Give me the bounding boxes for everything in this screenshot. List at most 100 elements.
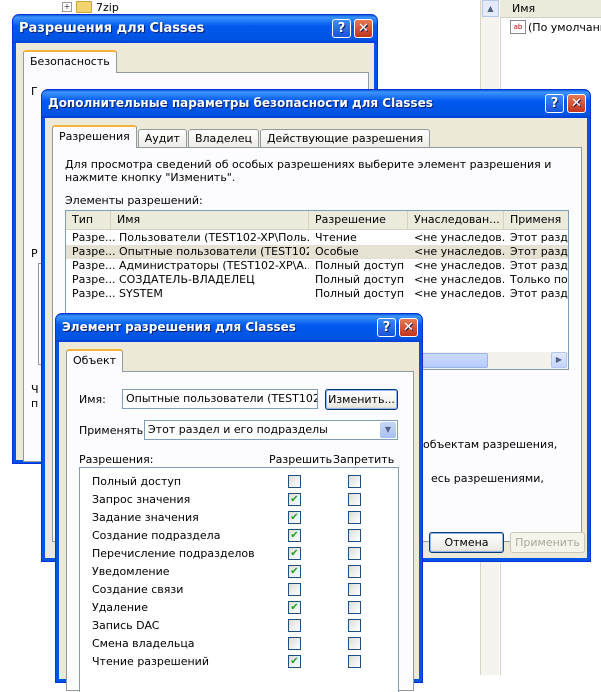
entries-label: Элементы разрешений: — [65, 194, 203, 207]
help-button[interactable]: ? — [545, 94, 564, 113]
deny-checkbox[interactable] — [348, 565, 361, 578]
allow-checkbox[interactable]: ✔ — [288, 493, 301, 506]
deny-checkbox[interactable] — [348, 511, 361, 524]
close-button[interactable]: ✕ — [399, 318, 418, 337]
cell-applies: Этот разд — [510, 287, 568, 300]
column-applies-to[interactable]: Применя — [504, 211, 568, 229]
permission-row: Задание значения ✔ — [80, 510, 398, 526]
allow-checkbox[interactable] — [288, 583, 301, 596]
cell-name: Опытные пользователи (TEST102... — [119, 245, 309, 258]
deny-checkbox[interactable] — [348, 475, 361, 488]
list-row[interactable]: Разре... Администраторы (TEST102-XP\А...… — [66, 259, 568, 273]
permission-row: Запись DAC — [80, 618, 398, 634]
deny-header: Запретить — [333, 453, 395, 466]
tab-owner[interactable]: Владелец — [187, 129, 259, 148]
values-column-header[interactable]: Имя — [500, 0, 601, 18]
list-row[interactable]: Разре... Пользователи (TEST102-XP\Поль..… — [66, 231, 568, 245]
cell-type: Разре... — [72, 287, 115, 300]
text-fragment-1: Ч — [31, 383, 39, 396]
tree-node-7zip[interactable]: + 7zip — [62, 0, 119, 14]
permission-row: Уведомление ✔ — [80, 564, 398, 580]
permission-row: Удаление ✔ — [80, 600, 398, 616]
deny-checkbox[interactable] — [348, 601, 361, 614]
cell-applies: Только по — [510, 273, 568, 286]
cell-inherited: <не унаследов... — [414, 273, 506, 286]
cell-permission: Чтение — [315, 231, 357, 244]
value-row-default[interactable]: ab (По умолчанию — [510, 20, 601, 34]
permissions-header: Разрешения: — [79, 453, 154, 466]
allow-checkbox[interactable]: ✔ — [288, 565, 301, 578]
cell-name: СОЗДАТЕЛЬ-ВЛАДЕЛЕЦ — [119, 273, 255, 286]
deny-checkbox[interactable] — [348, 529, 361, 542]
allow-checkbox[interactable] — [288, 475, 301, 488]
expand-icon[interactable]: + — [62, 2, 72, 12]
allow-checkbox[interactable] — [288, 619, 301, 632]
cell-name: Администраторы (TEST102-XP\А... — [119, 259, 309, 272]
permission-name: Перечисление подразделов — [92, 547, 255, 560]
list-row-selected[interactable]: Разре... Опытные пользователи (TEST102..… — [66, 245, 568, 259]
list-row[interactable]: Разре... SYSTEM Полный доступ <не унасле… — [66, 287, 568, 301]
allow-checkbox[interactable]: ✔ — [288, 601, 301, 614]
object-tab-page: Имя: Опытные пользователи (TEST102-X Изм… — [66, 371, 414, 692]
apply-onto-select[interactable]: Этот раздел и его подразделы ▼ — [144, 420, 398, 440]
deny-checkbox[interactable] — [348, 547, 361, 560]
apply-button[interactable]: Применить — [510, 532, 585, 553]
column-inherited[interactable]: Унаследован... — [408, 211, 504, 229]
tab-security[interactable]: Безопасность — [23, 50, 117, 73]
cell-permission: Полный доступ — [315, 273, 405, 286]
advanced-dialog-titlebar[interactable]: Дополнительные параметры безопасности дл… — [42, 90, 590, 118]
apply-onto-label: Применять: — [79, 424, 147, 437]
permissions-dialog-titlebar[interactable]: Разрешения для Classes ? ✕ — [13, 15, 377, 43]
deny-checkbox[interactable] — [348, 493, 361, 506]
allow-checkbox[interactable]: ✔ — [288, 547, 301, 560]
folder-icon — [76, 1, 92, 13]
entry-dialog-titlebar[interactable]: Элемент разрешения для Classes ? ✕ — [56, 314, 422, 342]
tab-object[interactable]: Объект — [66, 349, 124, 372]
cell-name: Пользователи (TEST102-XP\Поль... — [119, 231, 309, 244]
group-label-fragment: Г — [31, 85, 38, 98]
allow-checkbox[interactable]: ✔ — [288, 511, 301, 524]
list-row[interactable]: Разре... СОЗДАТЕЛЬ-ВЛАДЕЛЕЦ Полный досту… — [66, 273, 568, 287]
tab-permissions[interactable]: Разрешения — [52, 125, 137, 148]
permission-name: Уведомление — [92, 565, 170, 578]
principal-name-field[interactable]: Опытные пользователи (TEST102-X — [122, 389, 318, 409]
column-permission[interactable]: Разрешение — [309, 211, 408, 229]
permission-row: Создание связи — [80, 582, 398, 598]
close-button[interactable]: ✕ — [567, 94, 586, 113]
help-button[interactable]: ? — [332, 19, 351, 38]
close-button[interactable]: ✕ — [354, 19, 373, 38]
cell-type: Разре... — [72, 231, 115, 244]
cell-inherited: <не унаследов... — [414, 231, 506, 244]
tab-audit[interactable]: Аудит — [137, 129, 187, 148]
permission-name: Удаление — [92, 601, 148, 614]
cell-applies: Этот разд — [510, 231, 568, 244]
permission-name: Запрос значения — [92, 493, 191, 506]
deny-checkbox[interactable] — [348, 637, 361, 650]
deny-checkbox[interactable] — [348, 655, 361, 668]
allow-checkbox[interactable]: ✔ — [288, 655, 301, 668]
permissions-label-fragment: Р — [31, 247, 38, 260]
tab-effective-permissions[interactable]: Действующие разрешения — [259, 129, 431, 148]
column-name-label: Имя — [512, 2, 536, 15]
tree-node-label: 7zip — [96, 0, 119, 14]
text-fragment-2: п — [31, 397, 39, 410]
permissions-list: Полный доступ Запрос значения ✔ Задание зна… — [79, 467, 399, 692]
cancel-button[interactable]: Отмена — [429, 532, 504, 553]
deny-checkbox[interactable] — [348, 619, 361, 632]
change-button[interactable]: Изменить... — [325, 389, 398, 410]
chevron-down-icon[interactable]: ▼ — [380, 422, 396, 438]
scroll-right-icon[interactable]: ▶ — [551, 352, 567, 368]
scroll-up-icon[interactable]: ▲ — [482, 0, 499, 17]
permission-row: Смена владельца — [80, 636, 398, 652]
column-name[interactable]: Имя — [111, 211, 309, 229]
allow-checkbox[interactable]: ✔ — [288, 529, 301, 542]
column-type[interactable]: Тип — [66, 211, 111, 229]
allow-checkbox[interactable] — [288, 637, 301, 650]
cell-applies: Этот разд — [510, 245, 568, 258]
permission-row: Запрос значения ✔ — [80, 492, 398, 508]
permission-name: Создание связи — [92, 583, 184, 596]
help-button[interactable]: ? — [377, 318, 396, 337]
cell-permission: Полный доступ — [315, 259, 405, 272]
permission-row: Полный доступ — [80, 474, 398, 490]
deny-checkbox[interactable] — [348, 583, 361, 596]
